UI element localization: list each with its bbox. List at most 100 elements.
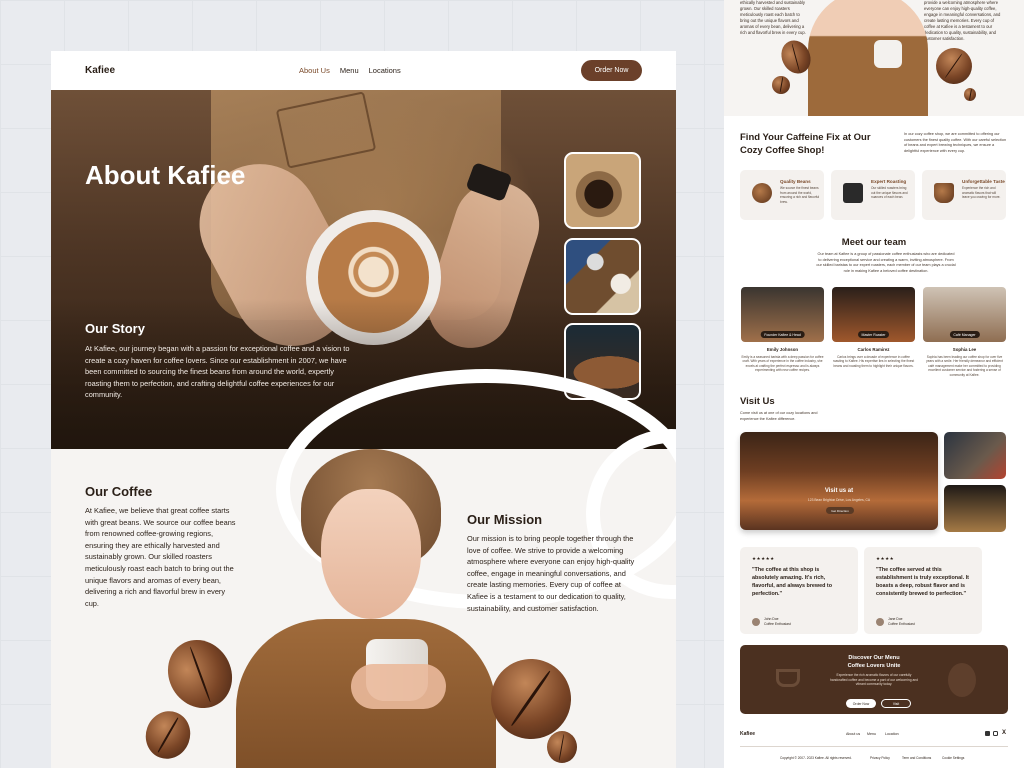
- feature-title: Expert Roasting: [871, 179, 907, 184]
- coffee-heading: Our Coffee: [85, 484, 153, 499]
- team-card[interactable]: Café Manager: [923, 287, 1006, 342]
- team-member-desc: Sophia has been leading our coffee shop …: [926, 355, 1003, 377]
- coffee-bean-image: [772, 76, 790, 94]
- feature-desc: We source the finest beans from around t…: [780, 186, 820, 204]
- avatar: [752, 617, 760, 626]
- team-member-desc: Carlos brings over a decade of experienc…: [832, 355, 915, 368]
- cta-text: Experience the rich aromatic flavors of …: [830, 673, 918, 686]
- preview-coffee-text: ethically harvested and sustainably grow…: [740, 0, 806, 35]
- team-role: Café Manager: [949, 331, 980, 338]
- feature-desc: Experience the rich and aromatic flavors…: [962, 186, 1001, 199]
- preview-mission-text: provide a welcoming atmosphere where eve…: [924, 0, 1001, 41]
- coffee-bean-image: [155, 628, 245, 720]
- preview-top-section: ethically harvested and sustainably grow…: [724, 0, 1024, 116]
- coffee-bean-image: [547, 731, 577, 763]
- x-icon[interactable]: X: [1002, 730, 1006, 736]
- story-text: At Kafiee, our journey began with a pass…: [85, 344, 350, 400]
- feature-desc: Our skilled roasters bring out the uniqu…: [871, 186, 908, 199]
- coffee-cup-icon: [776, 669, 800, 687]
- page-title: About Kafiee: [85, 160, 246, 190]
- location-image[interactable]: Visit us at 123 Bean Brighton Drive, Los…: [740, 432, 938, 530]
- feature-card: Expert Roasting Our skilled roasters bri…: [831, 170, 915, 220]
- coffee-bean-icon: [752, 183, 772, 203]
- about-page: Kafiee About Us Menu Locations Order Now…: [51, 51, 676, 768]
- coffee-text: At Kafiee, we believe that great coffee …: [85, 506, 236, 608]
- woman-image: [808, 0, 928, 116]
- woman-face-image: [321, 489, 421, 619]
- review-quote: "The coffee served at this establishment…: [876, 567, 969, 597]
- rating-stars-icon: ★★★★: [876, 556, 895, 561]
- reviewer-role: Coffee Enthusiast: [764, 621, 791, 626]
- cta-banner: Discover Our Menu Coffee Lovers Unite Ex…: [740, 645, 1008, 714]
- coffee-machine-icon: [843, 183, 863, 203]
- cta-order-button[interactable]: Order Now: [846, 699, 876, 708]
- coffee-bag-icon: [934, 183, 954, 203]
- location-thumb[interactable]: [944, 432, 1006, 479]
- team-member-name: Sophia Lee: [952, 347, 977, 352]
- feature-title: Quality Beans: [780, 179, 811, 184]
- team-card[interactable]: Founder Kafiee & Head: [741, 287, 824, 342]
- avatar: [876, 617, 884, 626]
- visit-address: 123 Bean Brighton Drive, Los Angeles, CA: [807, 498, 871, 502]
- caffeine-heading: Find Your Caffeine Fix at Our Cozy Coffe…: [740, 132, 871, 156]
- cookie-link[interactable]: Cookie Settings: [942, 756, 964, 760]
- visit-text: Come visit us at one of our cozy locatio…: [740, 411, 818, 421]
- footer-link-location[interactable]: Location: [885, 732, 899, 736]
- team-member-name: Carlos Ramirez: [857, 347, 890, 352]
- linkedin-icon[interactable]: [985, 731, 990, 736]
- privacy-link[interactable]: Privacy Policy: [870, 756, 890, 760]
- nav-menu[interactable]: Menu: [340, 66, 359, 75]
- feature-card: Unforgettable Taste Experience the rich …: [922, 170, 1006, 220]
- footer-link-about[interactable]: About us: [846, 732, 860, 736]
- mug-image: [874, 40, 902, 68]
- footer-logo[interactable]: Kafiee: [740, 731, 755, 737]
- story-heading: Our Story: [85, 321, 145, 336]
- reviewer-name: Jane Doe Coffee Enthusiast: [888, 617, 915, 626]
- location-thumb[interactable]: [944, 485, 1006, 532]
- coffee-bean-image: [139, 704, 197, 766]
- reviewer: John Doe Coffee Enthusiast: [752, 617, 791, 626]
- cta-visit-button[interactable]: Visit: [881, 699, 911, 708]
- footer: Kafiee About us Menu Location X: [740, 730, 1008, 737]
- cta-title-line: Discover Our Menu: [848, 655, 900, 661]
- reviewer-role: Coffee Enthusiast: [888, 621, 915, 626]
- gallery-thumb-grinder[interactable]: [564, 152, 641, 229]
- caffeine-text: In our cozy coffee shop, we are committe…: [904, 132, 1007, 153]
- coffee-bean-icon: [948, 663, 976, 697]
- terms-link[interactable]: Term and Conditions: [902, 756, 931, 760]
- feature-title: Unforgettable Taste: [962, 179, 1005, 184]
- team-member-name: Emily Johnson: [766, 347, 799, 352]
- get-direction-button[interactable]: Get Direction: [826, 507, 854, 514]
- copyright: Copyright © 2007- 2023 Kafiee. All right…: [780, 756, 852, 760]
- preview-page: ethically harvested and sustainably grow…: [724, 0, 1024, 768]
- logo[interactable]: Kafiee: [85, 65, 115, 76]
- footer-divider: [740, 746, 1008, 747]
- instagram-icon[interactable]: [993, 731, 998, 736]
- feature-card: Quality Beans We source the finest beans…: [740, 170, 824, 220]
- coffee-bean-image: [964, 88, 976, 101]
- reviewer-name: John Doe Coffee Enthusiast: [764, 617, 791, 626]
- visit-overlay-title: Visit us at: [824, 488, 854, 494]
- gallery-thumb-beans[interactable]: [564, 238, 641, 315]
- nav-about-us[interactable]: About Us: [299, 66, 330, 75]
- review-card: ★★★★ "The coffee served at this establis…: [864, 547, 982, 634]
- reviewer: Jane Doe Coffee Enthusiast: [876, 617, 915, 626]
- review-quote: "The coffee at this shop is absolutely a…: [752, 567, 832, 597]
- team-member-desc: Emily is a seasoned barista with a deep …: [741, 355, 824, 373]
- top-nav: Kafiee About Us Menu Locations Order Now: [51, 51, 676, 90]
- coffee-mission-section: Our Coffee At Kafiee, we believe that gr…: [51, 369, 676, 768]
- team-role: Founder Kafiee & Head: [760, 331, 805, 338]
- order-now-button[interactable]: Order Now: [581, 60, 642, 81]
- team-role: Master Roaster: [857, 331, 890, 338]
- coffee-bean-image: [930, 42, 978, 90]
- mission-heading: Our Mission: [467, 512, 543, 527]
- team-heading: Meet our team: [841, 237, 907, 248]
- review-card: ★★★★★ "The coffee at this shop is absolu…: [740, 547, 858, 634]
- nav-locations[interactable]: Locations: [369, 66, 401, 75]
- visit-heading: Visit Us: [740, 396, 775, 407]
- mission-text: Our mission is to bring people together …: [467, 534, 635, 613]
- footer-link-menu[interactable]: Menu: [867, 732, 876, 736]
- rating-stars-icon: ★★★★★: [752, 556, 775, 561]
- team-card[interactable]: Master Roaster: [832, 287, 915, 342]
- nav-links: About Us Menu Locations: [299, 66, 401, 75]
